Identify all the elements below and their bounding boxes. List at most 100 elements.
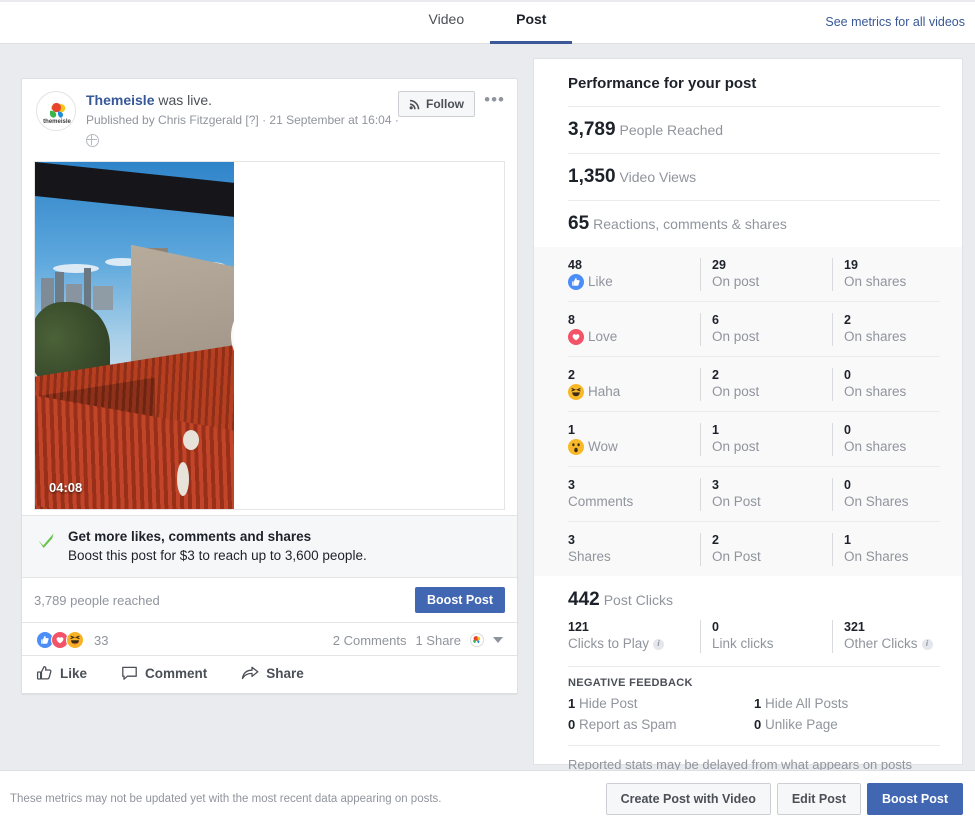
- row-label: Love: [568, 328, 700, 346]
- stat-people-reached: 3,789 People Reached: [534, 107, 962, 153]
- like-button[interactable]: Like: [36, 665, 87, 682]
- row-label-text: Wow: [588, 439, 618, 454]
- share-button[interactable]: Share: [241, 665, 304, 682]
- comments-shares-group: 2 Comments 1 Share: [333, 633, 503, 648]
- chevron-down-icon[interactable]: [493, 637, 503, 643]
- share-arrow-icon: [242, 666, 259, 680]
- footer-buttons: Create Post with Video Edit Post Boost P…: [605, 783, 963, 815]
- row-label-text: Comments: [568, 494, 634, 509]
- comments-count[interactable]: 2 Comments: [333, 633, 407, 648]
- performance-panel-title: Performance for your post: [568, 75, 757, 92]
- post-clicks-label: Post Clicks: [603, 592, 673, 608]
- post-clicks-value: 442: [568, 589, 600, 610]
- row-onpost-label: On Post: [712, 494, 761, 509]
- row-onpost-value: 29: [712, 258, 726, 272]
- row-onpost-value: 2: [712, 368, 719, 382]
- comment-button-label: Comment: [145, 666, 208, 681]
- themeisle-logo-icon: themeisle: [37, 92, 75, 130]
- nf-unlike-page: 0 Unlike Page: [754, 717, 940, 732]
- row-onshares-cell: 0 On shares: [832, 368, 964, 401]
- other-clicks-label: Other Clicks: [844, 636, 918, 651]
- row-total-value: 1: [568, 423, 575, 437]
- row-onshares-label: On shares: [844, 274, 907, 289]
- row-onpost-value: 6: [712, 313, 719, 327]
- table-row: 48 Like 29 On post 19 On shares: [568, 247, 940, 302]
- nf-value: 1: [568, 696, 576, 711]
- nf-value: 0: [754, 717, 762, 732]
- top-tab-bar: Video Post See metrics for all videos: [0, 2, 975, 44]
- row-total-value: 2: [568, 368, 575, 382]
- comment-bubble-icon: [122, 666, 137, 680]
- shares-count[interactable]: 1 Share: [415, 633, 461, 648]
- footer-note: These metrics may not be updated yet wit…: [10, 793, 442, 805]
- row-onpost-cell: 1 On post: [700, 423, 832, 456]
- thumbs-up-icon: [36, 665, 52, 680]
- stat-value: 3,789: [568, 119, 616, 140]
- nf-value: 1: [754, 696, 762, 711]
- stat-label: Video Views: [619, 169, 697, 185]
- satellite-dish: [177, 462, 189, 496]
- reaction-summary-row: 33 2 Comments 1 Share: [22, 622, 517, 655]
- row-onshares-label: On Shares: [844, 494, 909, 509]
- green-check-icon: [36, 528, 58, 565]
- row-onshares-value: 0: [844, 478, 851, 492]
- row-onshares-cell: 1 On Shares: [832, 533, 964, 566]
- info-icon[interactable]: i: [653, 638, 665, 650]
- performance-panel: Performance for your post 3,789 People Re…: [533, 58, 964, 772]
- create-post-with-video-button[interactable]: Create Post with Video: [605, 783, 771, 815]
- video-container[interactable]: 04:08: [34, 161, 505, 510]
- video-duration: 04:08: [49, 480, 83, 495]
- like-button-label: Like: [60, 666, 88, 681]
- row-onpost-label: On post: [712, 274, 760, 289]
- row-total-value: 3: [568, 478, 575, 492]
- row-total-cell: 3 Shares: [568, 533, 700, 566]
- post-preview-card: themeisle Themeisle was live. Published …: [21, 78, 518, 694]
- satellite-dish: [183, 430, 199, 450]
- boost-post-button[interactable]: Boost Post: [415, 587, 505, 613]
- footer-boost-post-button[interactable]: Boost Post: [867, 783, 963, 815]
- row-onshares-value: 1: [844, 533, 851, 547]
- play-button[interactable]: [230, 296, 309, 375]
- other-clicks-value: 321: [844, 620, 865, 634]
- row-onpost-cell: 6 On post: [700, 313, 832, 346]
- post-clicks-breakdown: 121 Clicks to Play i 0 Link clicks 321 O…: [568, 620, 940, 666]
- row-onpost-label: On Post: [712, 549, 761, 564]
- boost-promo: Get more likes, comments and shares Boos…: [22, 515, 517, 577]
- follow-button-label: Follow: [426, 97, 464, 111]
- people-reached-text: 3,789 people reached: [34, 592, 160, 608]
- stat-value: 65: [568, 213, 590, 234]
- stat-label: Reactions, comments & shares: [593, 216, 787, 232]
- nf-hide-post: 1 Hide Post: [568, 696, 754, 711]
- edit-post-button[interactable]: Edit Post: [776, 783, 862, 815]
- post-byline: Themeisle was live.: [86, 91, 401, 110]
- row-total-cell: 1 Wow: [568, 423, 700, 456]
- info-icon[interactable]: i: [921, 638, 933, 650]
- row-onpost-value: 3: [712, 478, 719, 492]
- stat-value: 1,350: [568, 166, 616, 187]
- nf-value: 0: [568, 717, 576, 732]
- tab-video[interactable]: Video: [403, 2, 491, 44]
- stat-video-views: 1,350 Video Views: [534, 154, 962, 200]
- page-avatar[interactable]: themeisle: [36, 91, 76, 131]
- page-name-link[interactable]: Themeisle: [86, 92, 154, 108]
- reaction-icons-group[interactable]: 33: [36, 631, 108, 649]
- table-row: 8 Love 6 On post 2 On shares: [568, 302, 940, 357]
- nf-label: Unlike Page: [765, 717, 838, 732]
- follow-button[interactable]: Follow: [398, 91, 475, 117]
- row-onshares-value: 19: [844, 258, 858, 272]
- see-metrics-for-all-videos-link[interactable]: See metrics for all videos: [825, 15, 965, 29]
- row-onshares-cell: 19 On shares: [832, 258, 964, 291]
- post-header: themeisle Themeisle was live. Published …: [22, 79, 517, 157]
- boost-promo-subtitle: Boost this post for $3 to reach up to 3,…: [68, 548, 367, 563]
- row-onshares-cell: 0 On shares: [832, 423, 964, 456]
- row-total-cell: 3 Comments: [568, 478, 700, 511]
- table-row: 1 Wow 1 On post 0 On shares: [568, 412, 940, 467]
- table-row: 3 Comments 3 On Post 0 On Shares: [568, 467, 940, 522]
- tab-post[interactable]: Post: [490, 2, 573, 44]
- row-label-text: Haha: [588, 384, 621, 399]
- row-onshares-cell: 2 On shares: [832, 313, 964, 346]
- haha-icon: [568, 384, 584, 400]
- comment-button[interactable]: Comment: [121, 665, 207, 682]
- ellipsis-icon[interactable]: •••: [484, 91, 505, 108]
- building: [93, 286, 113, 310]
